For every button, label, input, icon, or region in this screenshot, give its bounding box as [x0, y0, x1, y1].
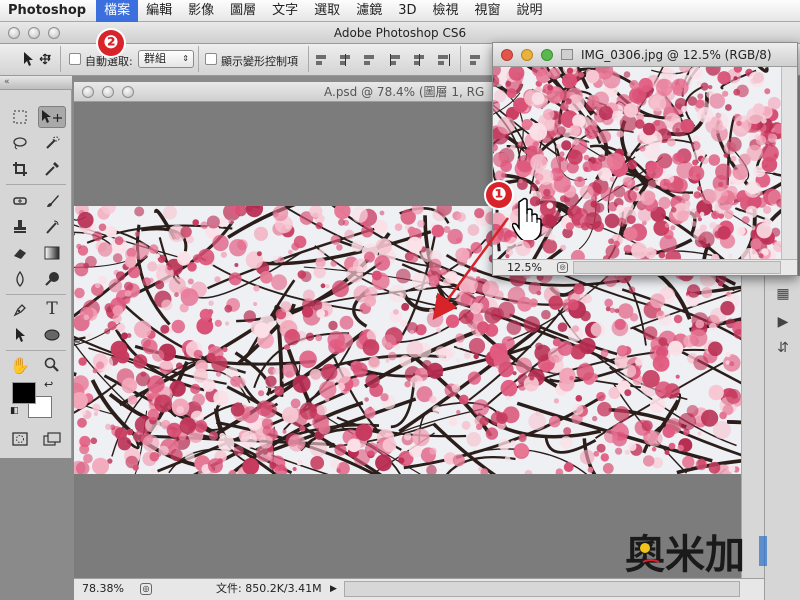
step-1-badge: ❶	[486, 182, 512, 208]
brand-watermark-logo: 奧米加	[625, 532, 767, 578]
watermark-text: 奧米加	[625, 532, 745, 578]
foreground-color-swatch-top[interactable]	[12, 382, 36, 404]
drag-arrow	[432, 217, 510, 321]
hand-cursor-icon	[512, 197, 542, 240]
step-2-badge: ❷	[98, 30, 124, 56]
annotation-overlay	[432, 217, 510, 321]
